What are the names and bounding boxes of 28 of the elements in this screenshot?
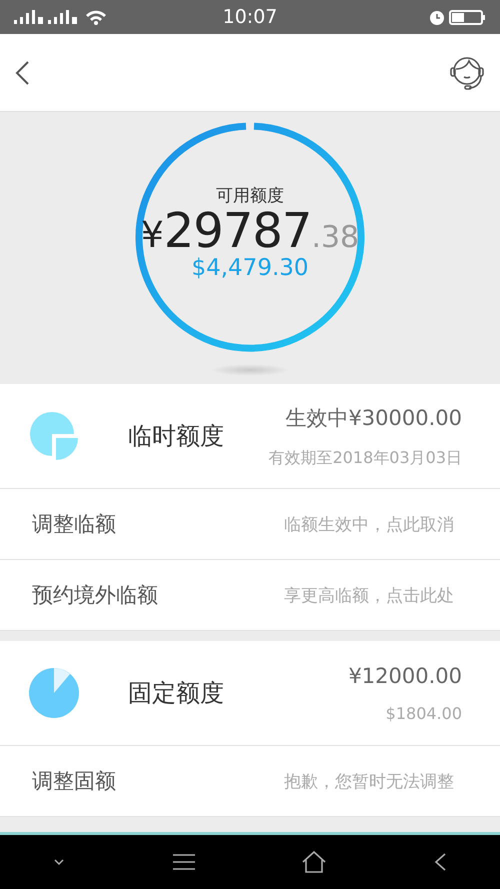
row-label: 预约境外临额 (32, 582, 158, 609)
row-hint: 临额生效中，点此取消 (284, 514, 454, 536)
credit-amount: 29787 (164, 206, 312, 255)
pie-chart-icon (28, 410, 80, 462)
settings-row[interactable]: 调整固额 抱歉，您暂时无法调整 (0, 746, 500, 816)
battery-icon (428, 8, 486, 26)
usd-amount: $4,479.30 (191, 254, 309, 282)
limit-amount: 生效中¥30000.00 (285, 404, 462, 432)
menu-icon[interactable] (172, 854, 196, 870)
chevron-down-icon[interactable] (53, 858, 66, 866)
row-label: 调整固额 (32, 768, 116, 795)
limit-note: $1804.00 (386, 704, 462, 722)
settings-row[interactable]: 预约境外临额 享更高临额，点击此处 (0, 560, 500, 630)
currency-sign: ¥ (140, 218, 164, 254)
back-icon[interactable] (432, 852, 447, 872)
limit-amount: ¥12000.00 (348, 664, 462, 688)
row-label: 调整临额 (32, 511, 116, 538)
home-icon[interactable] (302, 851, 326, 873)
pie-chart-icon (28, 667, 80, 719)
settings-row[interactable]: 调整临额 临额生效中，点此取消 (0, 489, 500, 559)
limit-title: 固定额度 (128, 678, 225, 709)
credit-decimal: .38 (311, 222, 360, 253)
available-credit-label: 可用额度 (216, 184, 284, 207)
row-hint: 享更高临额，点击此处 (284, 584, 454, 606)
limit-title: 临时额度 (128, 421, 225, 452)
row-hint: 抱歉，您暂时无法调整 (284, 770, 454, 792)
limit-note: 有效期至2018年03月03日 (268, 448, 462, 468)
clock-time: 10:07 (222, 6, 278, 28)
